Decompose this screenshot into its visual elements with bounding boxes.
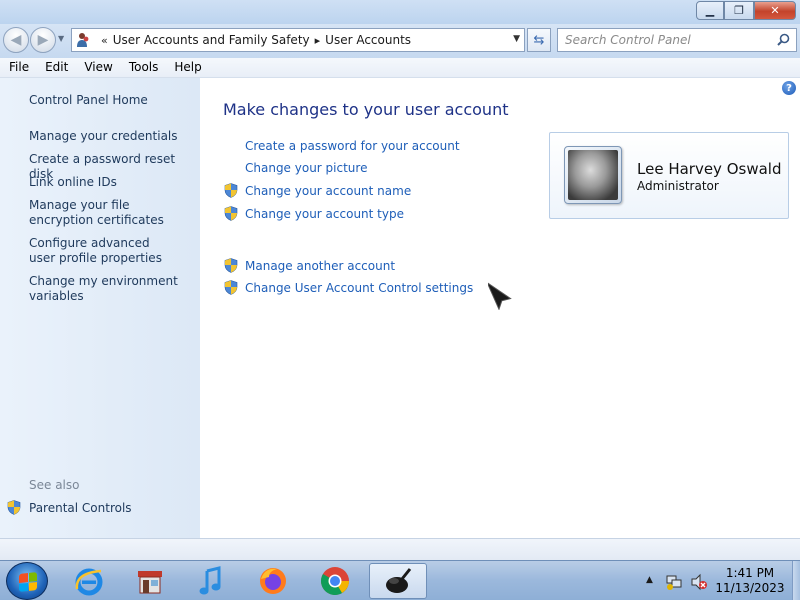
sidebar-item-environment-variables[interactable]: Change my environment variables: [29, 274, 179, 304]
parental-controls-label: Parental Controls: [29, 500, 132, 515]
page-title: Make changes to your user account: [223, 100, 509, 119]
firefox-icon: [260, 568, 286, 594]
navigation-bar: ◀ ▶ ▼ « User Accounts and Family Safety …: [0, 24, 800, 58]
taskbar-internet-explorer[interactable]: [60, 563, 118, 599]
arrow-right-icon: ▶: [37, 32, 49, 48]
window-titlebar: ▁ ❐ ✕: [0, 0, 800, 24]
control-panel-icon: [386, 568, 412, 593]
minimize-button[interactable]: ▁: [696, 1, 724, 20]
sidebar-item-file-encryption[interactable]: Manage your file encryption certificates: [29, 198, 189, 228]
breadcrumb-user-accounts-family-safety[interactable]: User Accounts and Family Safety: [113, 33, 310, 47]
breadcrumb-chevron-icon[interactable]: ▸: [315, 34, 321, 47]
sidebar-item-link-online-ids[interactable]: Link online IDs: [29, 175, 194, 190]
shield-icon: [7, 500, 21, 515]
sidebar: Control Panel Home Manage your credentia…: [0, 78, 200, 538]
arrow-left-icon: ◀: [10, 32, 22, 48]
user-photo: [568, 150, 618, 200]
forward-button[interactable]: ▶: [30, 27, 56, 53]
windows-logo-icon: [19, 572, 37, 592]
task-label: Change your account type: [245, 206, 404, 221]
task-create-password[interactable]: Create a password for your account: [224, 139, 460, 153]
menu-edit[interactable]: Edit: [36, 58, 75, 77]
menu-help[interactable]: Help: [165, 58, 208, 77]
taskbar: ▲ 1:41 PM 11/13/2023: [0, 560, 800, 600]
task-uac-settings[interactable]: Change User Account Control settings: [224, 280, 473, 295]
task-label: Change your account name: [245, 183, 412, 198]
task-label: Create a password for your account: [245, 139, 460, 153]
task-label: Change your picture: [245, 161, 368, 175]
see-also-heading: See also: [29, 478, 80, 492]
close-button[interactable]: ✕: [754, 1, 796, 20]
user-accounts-icon: [77, 33, 89, 47]
menu-tools[interactable]: Tools: [120, 58, 166, 77]
refresh-icon: ⇆: [533, 32, 545, 48]
music-note-icon: [199, 566, 221, 595]
sidebar-item-advanced-profile[interactable]: Configure advanced user profile properti…: [29, 236, 179, 266]
breadcrumb-user-accounts[interactable]: User Accounts: [325, 33, 411, 47]
avatar[interactable]: [564, 146, 622, 204]
taskbar-store[interactable]: [121, 563, 179, 599]
account-name: Lee Harvey Oswald: [637, 160, 782, 178]
uac-shield-icon: [224, 258, 238, 273]
chrome-icon: [321, 567, 349, 595]
taskbar-firefox[interactable]: [244, 563, 302, 599]
store-icon: [138, 571, 162, 594]
task-label: Change User Account Control settings: [245, 280, 474, 295]
taskbar-itunes[interactable]: [182, 563, 240, 599]
uac-shield-icon: [224, 280, 238, 295]
task-manage-another-account[interactable]: Manage another account: [224, 258, 395, 273]
search-box: [557, 28, 797, 52]
show-desktop-button[interactable]: [792, 561, 800, 600]
account-role: Administrator: [637, 179, 719, 193]
task-label: Manage another account: [245, 258, 396, 273]
uac-shield-icon: [224, 206, 238, 221]
task-change-account-name[interactable]: Change your account name: [224, 183, 411, 198]
sidebar-item-manage-credentials[interactable]: Manage your credentials: [29, 129, 194, 144]
help-icon[interactable]: ?: [782, 81, 796, 95]
internet-explorer-icon: [75, 568, 103, 596]
mouse-cursor-icon: [488, 281, 512, 310]
sidebar-item-parental-controls[interactable]: Parental Controls: [7, 500, 132, 515]
clock[interactable]: 1:41 PM 11/13/2023: [714, 566, 786, 596]
breadcrumb-overflow[interactable]: «: [101, 34, 108, 47]
uac-shield-icon: [224, 183, 238, 198]
recent-pages-dropdown[interactable]: ▼: [58, 34, 64, 43]
search-icon[interactable]: [777, 33, 790, 46]
menu-bar: File Edit View Tools Help: [0, 58, 800, 78]
menu-view[interactable]: View: [75, 58, 119, 77]
taskbar-active-app[interactable]: [369, 563, 427, 599]
clock-date: 11/13/2023: [715, 581, 785, 595]
menu-file[interactable]: File: [0, 58, 36, 77]
search-input[interactable]: [558, 29, 768, 51]
address-dropdown-icon[interactable]: ▼: [513, 34, 520, 44]
network-icon[interactable]: [665, 573, 683, 591]
account-card: Lee Harvey Oswald Administrator: [549, 132, 789, 219]
sidebar-item-control-panel-home[interactable]: Control Panel Home: [29, 93, 194, 108]
show-hidden-icons-button[interactable]: ▲: [646, 575, 653, 585]
status-bar: [0, 538, 800, 560]
refresh-button[interactable]: ⇆: [527, 28, 551, 52]
window-controls: ▁ ❐ ✕: [696, 1, 796, 20]
clock-time: 1:41 PM: [725, 566, 775, 580]
back-button[interactable]: ◀: [3, 27, 29, 53]
taskbar-chrome[interactable]: [306, 563, 364, 599]
address-bar[interactable]: « User Accounts and Family Safety ▸ User…: [71, 28, 525, 52]
volume-muted-icon[interactable]: [690, 573, 708, 591]
maximize-button[interactable]: ❐: [724, 1, 754, 20]
task-change-picture[interactable]: Change your picture: [224, 161, 367, 175]
start-button[interactable]: [6, 562, 48, 600]
task-change-account-type[interactable]: Change your account type: [224, 206, 404, 221]
